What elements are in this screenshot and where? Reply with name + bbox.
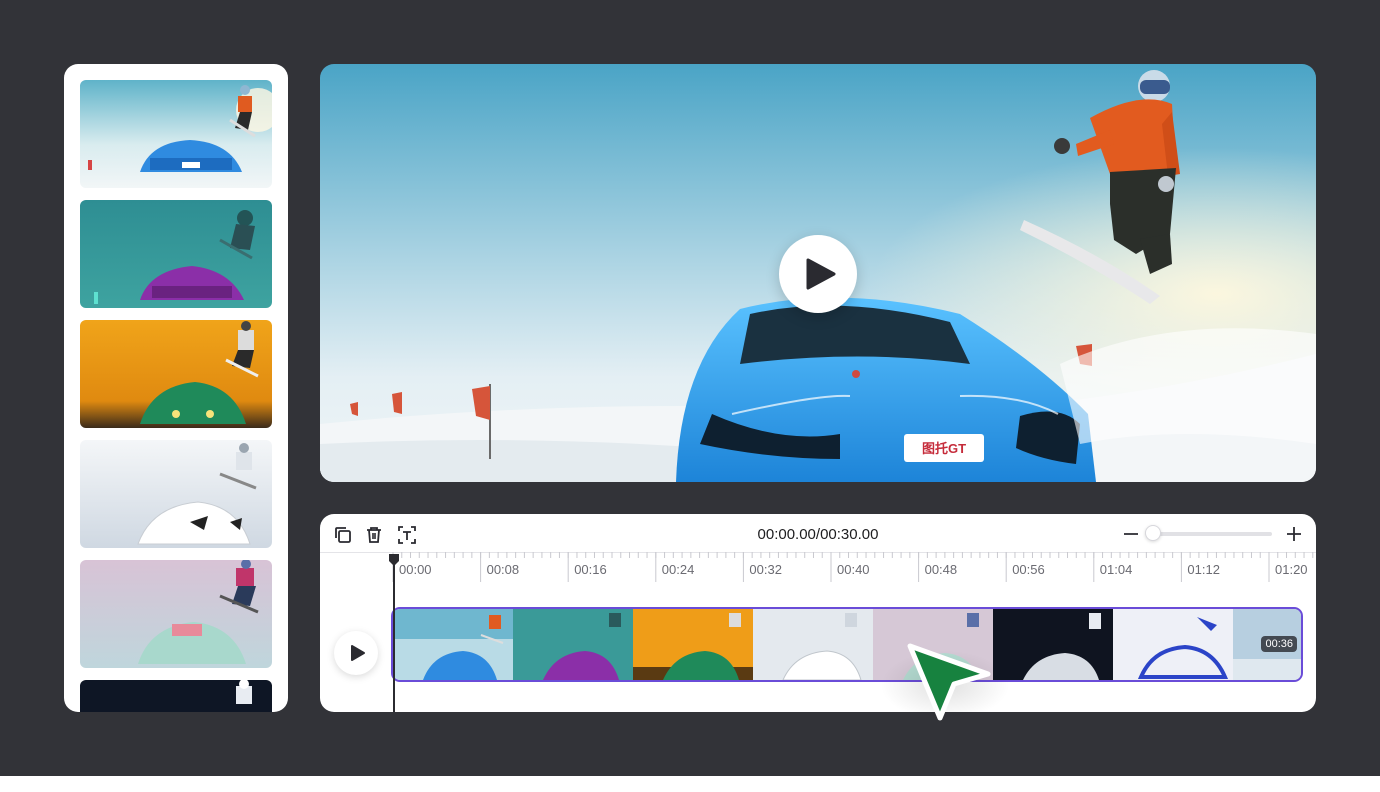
- play-icon: [806, 258, 836, 290]
- variant-thumb-5[interactable]: [80, 560, 272, 668]
- clip-frame: [1113, 609, 1233, 680]
- zoom-out-button[interactable]: [1121, 524, 1141, 544]
- ruler-tick-label: 00:32: [749, 562, 782, 577]
- clip-frame: 00:36: [1233, 609, 1301, 680]
- ruler-tick-label: 00:48: [924, 562, 958, 577]
- ruler-tick-label: 01:04: [1099, 562, 1133, 577]
- clip-frame: [993, 609, 1113, 680]
- variant-thumb-3[interactable]: [80, 320, 272, 428]
- timeline-play-button[interactable]: [334, 631, 378, 675]
- preview-play-button[interactable]: [779, 235, 857, 313]
- variant-thumb-4[interactable]: [80, 440, 272, 548]
- video-preview[interactable]: 图托GT: [320, 64, 1316, 482]
- playhead-handle[interactable]: [389, 554, 399, 566]
- zoom-in-button[interactable]: [1284, 524, 1304, 544]
- minus-icon: [1124, 533, 1138, 535]
- zoom-slider-track[interactable]: [1146, 532, 1272, 536]
- ruler-tick-label: 00:08: [486, 562, 520, 577]
- bottom-strip: [0, 776, 1380, 792]
- variant-thumb-6[interactable]: [80, 680, 272, 712]
- license-plate: 图托GT: [921, 441, 967, 456]
- video-clip-track[interactable]: 00:36: [391, 607, 1303, 682]
- plus-icon: [1287, 527, 1301, 541]
- ruler-tick-label: 01:20: [1275, 562, 1308, 577]
- time-ruler[interactable]: [320, 552, 1316, 588]
- clip-frame: [393, 609, 513, 680]
- ruler-tick-label: 00:24: [661, 562, 695, 577]
- clip-frame: [633, 609, 753, 680]
- clip-frame: [753, 609, 873, 680]
- play-icon: [351, 645, 365, 661]
- clip-duration-badge: 00:36: [1261, 636, 1297, 652]
- clip-frame: [513, 609, 633, 680]
- variant-thumb-2[interactable]: [80, 200, 272, 308]
- zoom-slider-handle[interactable]: [1145, 525, 1161, 541]
- timeline-panel: 00:00.00/00:30.00 00:00 00:08 00:16 00:24 00…: [320, 514, 1316, 712]
- ruler-tick-label: 00:56: [1012, 562, 1045, 577]
- variant-gallery: [64, 64, 288, 712]
- pointer-cursor-icon: [907, 643, 991, 721]
- ruler-tick-label: 01:12: [1187, 562, 1220, 577]
- variant-thumb-1[interactable]: [80, 80, 272, 188]
- playhead[interactable]: [393, 558, 395, 712]
- ruler-tick-label: 00:40: [837, 562, 870, 577]
- ruler-tick-label: 00:16: [574, 562, 607, 577]
- ruler-tick-label: 00:00: [399, 562, 432, 577]
